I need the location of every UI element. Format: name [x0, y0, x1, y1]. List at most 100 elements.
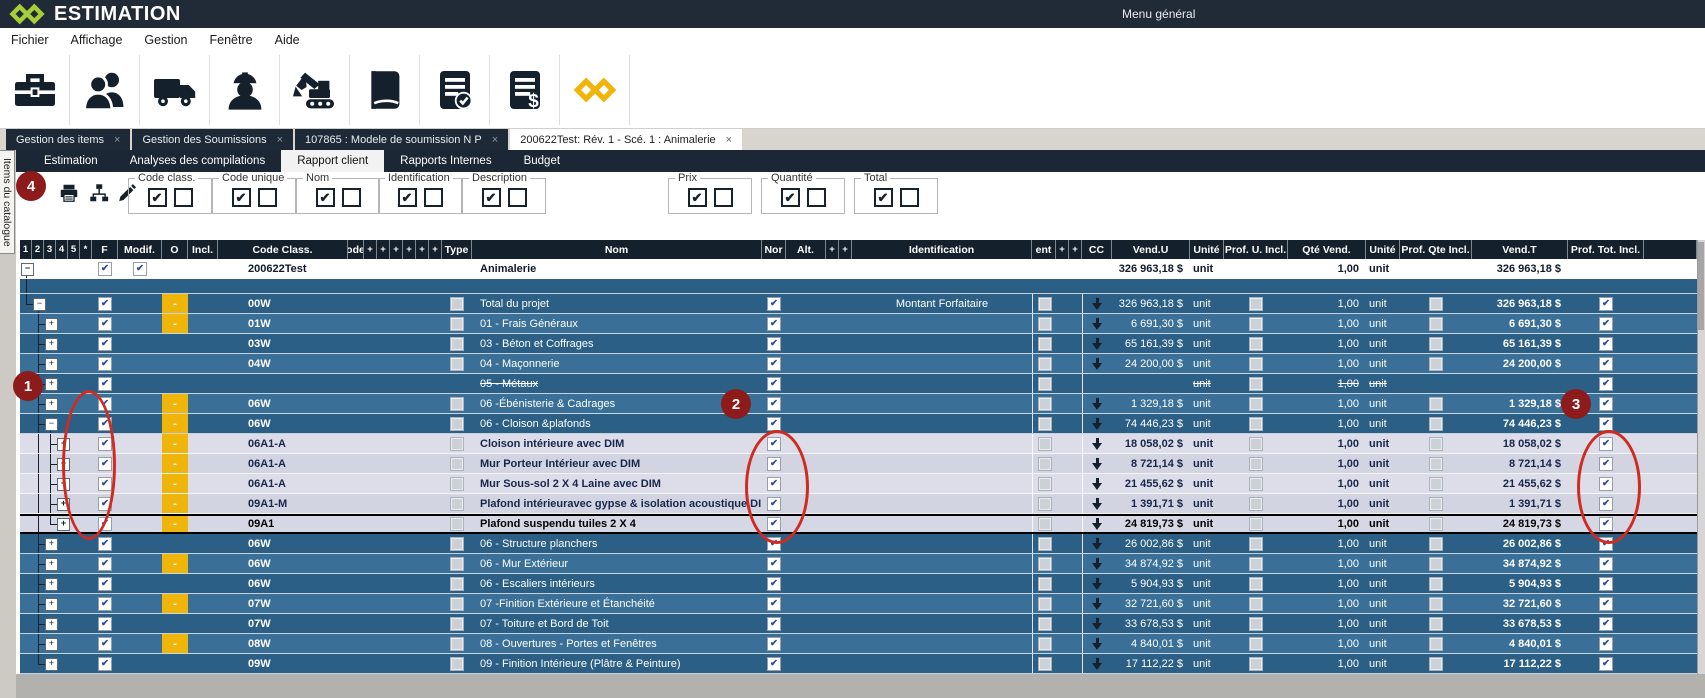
checkbox-ty-unchecked[interactable]: [450, 437, 464, 451]
checkbox-ty-unchecked[interactable]: [450, 617, 464, 631]
checkbox-pu-unchecked[interactable]: [1249, 397, 1263, 411]
table-row[interactable]: +✔-01W01 - Frais Généraux✔6 691,30 $unit…: [20, 314, 1697, 334]
checkbox-pu-unchecked[interactable]: [1249, 457, 1263, 471]
checkbox-f-checked[interactable]: ✔: [98, 377, 112, 391]
column-header-ent[interactable]: ent: [1032, 240, 1056, 259]
document-tab-3[interactable]: 200622Test: Rév. 1 - Scé. 1 : Animalerie…: [510, 129, 742, 150]
column-header-+[interactable]: +: [1069, 240, 1082, 259]
cc-download-arrow-icon[interactable]: [1092, 557, 1103, 571]
checkbox-pq-unchecked[interactable]: [1429, 637, 1443, 651]
checkbox-ty-unchecked[interactable]: [450, 357, 464, 371]
checkbox-en-unchecked[interactable]: [1038, 657, 1052, 671]
cc-download-arrow-icon[interactable]: [1092, 317, 1103, 331]
column-header-O[interactable]: O: [162, 240, 188, 259]
menu-item-affichage[interactable]: Affichage: [60, 33, 134, 47]
checkbox-pu-unchecked[interactable]: [1249, 557, 1263, 571]
column-header-Code Class.[interactable]: Code Class.: [218, 240, 348, 259]
tab-close-icon[interactable]: ×: [277, 134, 283, 146]
checkbox-pt-checked[interactable]: ✔: [1599, 617, 1613, 631]
checkbox-no-checked[interactable]: ✔: [767, 577, 781, 591]
checkbox-ty-unchecked[interactable]: [450, 497, 464, 511]
checkbox-pu-unchecked[interactable]: [1249, 517, 1263, 531]
checkbox-no-checked[interactable]: ✔: [767, 317, 781, 331]
checkbox-no-checked[interactable]: ✔: [767, 357, 781, 371]
filter-checkbox[interactable]: [342, 188, 361, 207]
column-header-*[interactable]: *: [80, 240, 92, 259]
checkbox-pu-unchecked[interactable]: [1249, 657, 1263, 671]
table-row[interactable]: +✔-08W08 - Ouvertures - Portes et Fenêtr…: [20, 634, 1697, 654]
cc-download-arrow-icon[interactable]: [1092, 337, 1103, 351]
table-row[interactable]: +✔05 - Métaux✔unit1,00unit✔: [20, 374, 1697, 394]
tree-expander-expand[interactable]: +: [45, 398, 58, 411]
document-dollar-button[interactable]: $: [490, 55, 560, 125]
tree-expander-expand[interactable]: +: [45, 378, 58, 391]
tree-expander-expand[interactable]: +: [45, 358, 58, 371]
table-row[interactable]: +✔-07W07 -Finition Extérieure et Étanché…: [20, 594, 1697, 614]
checkbox-ty-unchecked[interactable]: [450, 337, 464, 351]
excavator-button[interactable]: [280, 55, 350, 125]
checkbox-mo-checked[interactable]: ✔: [133, 262, 147, 276]
cc-download-arrow-icon[interactable]: [1092, 617, 1103, 631]
checkbox-en-unchecked[interactable]: [1038, 297, 1052, 311]
checkbox-no-checked[interactable]: ✔: [767, 417, 781, 431]
checkbox-ty-unchecked[interactable]: [450, 637, 464, 651]
checkbox-f-checked[interactable]: ✔: [98, 337, 112, 351]
checkbox-pu-unchecked[interactable]: [1249, 637, 1263, 651]
checkbox-pq-unchecked[interactable]: [1429, 437, 1443, 451]
checkbox-pq-unchecked[interactable]: [1429, 357, 1443, 371]
checkbox-ty-unchecked[interactable]: [450, 537, 464, 551]
table-row[interactable]: +✔-06A1-AMur Sous-sol 2 X 4 Laine avec D…: [20, 474, 1697, 494]
column-header-+[interactable]: +: [826, 240, 839, 259]
filter-checkbox[interactable]: ✔: [482, 188, 501, 207]
table-row[interactable]: +✔03W03 - Béton et Coffrages✔65 161,39 $…: [20, 334, 1697, 354]
checkbox-en-unchecked[interactable]: [1038, 397, 1052, 411]
cc-download-arrow-icon[interactable]: [1092, 397, 1103, 411]
filter-checkbox[interactable]: [900, 188, 919, 207]
checkbox-pt-checked[interactable]: ✔: [1599, 377, 1613, 391]
column-header-+[interactable]: +: [390, 240, 403, 259]
checkbox-en-unchecked[interactable]: [1038, 437, 1052, 451]
checkbox-pt-checked[interactable]: ✔: [1599, 597, 1613, 611]
checkbox-ty-unchecked[interactable]: [450, 477, 464, 491]
checkbox-pu-unchecked[interactable]: [1249, 577, 1263, 591]
checkbox-en-unchecked[interactable]: [1038, 557, 1052, 571]
checkbox-no-checked[interactable]: ✔: [767, 557, 781, 571]
checkbox-pt-checked[interactable]: ✔: [1599, 417, 1613, 431]
column-header-Incl.[interactable]: Incl.: [188, 240, 218, 259]
tab-close-icon[interactable]: ×: [114, 134, 120, 146]
cc-download-arrow-icon[interactable]: [1092, 477, 1103, 491]
column-header-+[interactable]: +: [1056, 240, 1069, 259]
tree-expander-collapse[interactable]: −: [33, 298, 46, 311]
column-header-Qté Vend.[interactable]: Qté Vend.: [1288, 240, 1366, 259]
checkbox-en-unchecked[interactable]: [1038, 377, 1052, 391]
checkbox-en-unchecked[interactable]: [1038, 357, 1052, 371]
checkbox-no-checked[interactable]: ✔: [767, 397, 781, 411]
column-header-2[interactable]: 2: [32, 240, 44, 259]
checkbox-ty-unchecked[interactable]: [450, 557, 464, 571]
filter-checkbox[interactable]: [508, 188, 527, 207]
checkbox-en-unchecked[interactable]: [1038, 597, 1052, 611]
cc-download-arrow-icon[interactable]: [1092, 517, 1103, 531]
checkbox-pq-unchecked[interactable]: [1429, 517, 1443, 531]
column-header-Prof. Tot. Incl.[interactable]: Prof. Tot. Incl.: [1568, 240, 1644, 259]
checkbox-ty-unchecked[interactable]: [450, 457, 464, 471]
tree-expander-collapse[interactable]: −: [21, 263, 34, 276]
checkbox-en-unchecked[interactable]: [1038, 457, 1052, 471]
column-header-CC[interactable]: CC: [1082, 240, 1112, 259]
print-button[interactable]: [58, 182, 80, 209]
column-header-Modif.[interactable]: Modif.: [118, 240, 162, 259]
checkbox-pq-unchecked[interactable]: [1429, 317, 1443, 331]
checkbox-ty-unchecked[interactable]: [450, 297, 464, 311]
cc-download-arrow-icon[interactable]: [1092, 297, 1103, 311]
checkbox-pq-unchecked[interactable]: [1429, 477, 1443, 491]
table-row[interactable]: +✔07W07 - Toiture et Bord de Toit✔33 678…: [20, 614, 1697, 634]
subtab-estimation[interactable]: Estimation: [28, 150, 114, 172]
table-row[interactable]: +✔-06A1-ACloison intérieure avec DIM✔18 …: [20, 434, 1697, 454]
column-header-Identification[interactable]: Identification: [852, 240, 1032, 259]
table-row[interactable]: +✔04W04 - Maçonnerie✔24 200,00 $unit1,00…: [20, 354, 1697, 374]
tree-expander-expand[interactable]: +: [45, 638, 58, 651]
truck-button[interactable]: [140, 55, 210, 125]
checkbox-no-checked[interactable]: ✔: [767, 637, 781, 651]
table-row[interactable]: +✔09W09 - Finition Intérieure (Plâtre & …: [20, 654, 1697, 674]
checkbox-no-checked[interactable]: ✔: [767, 657, 781, 671]
